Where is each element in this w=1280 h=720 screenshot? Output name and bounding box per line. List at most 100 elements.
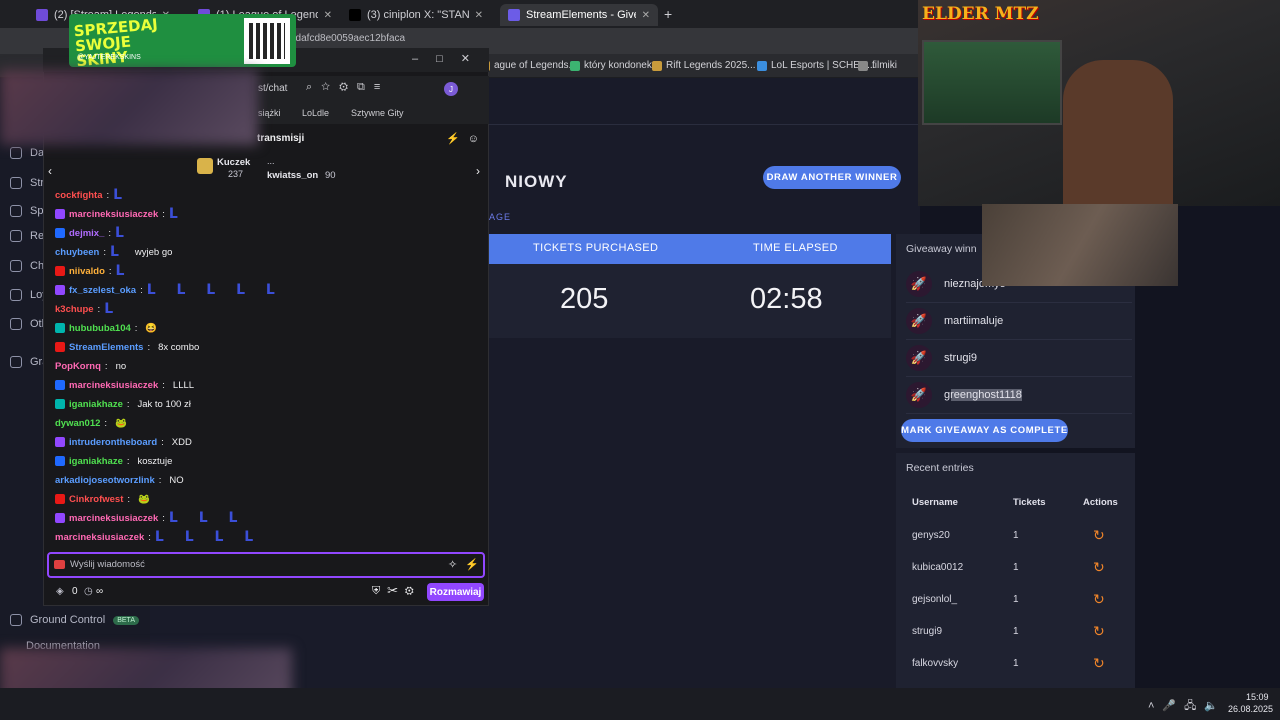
chat-text: no <box>115 360 127 372</box>
mark-complete-button[interactable]: MARK GIVEAWAY AS COMPLETE <box>901 419 1068 442</box>
tab-favicon-icon <box>36 9 48 21</box>
chat-username[interactable]: fx_szelest_oka <box>69 285 136 296</box>
address-url[interactable]: adafcd8e0059aec12bfaca <box>290 33 405 44</box>
badge-icon <box>55 228 65 238</box>
chat-header-icons[interactable]: ⚡☺ <box>446 132 487 145</box>
close-icon[interactable]: ✕ <box>475 10 483 21</box>
time-elapsed-value: 02:58 <box>750 283 823 315</box>
chat-username[interactable]: dywan012 <box>55 418 100 429</box>
close-icon[interactable]: ✕ <box>642 10 650 21</box>
chat-username[interactable]: marcineksiusiaczek <box>69 380 158 391</box>
col-username: Username <box>912 497 958 508</box>
chat-username[interactable]: iganiakhaze <box>69 399 123 410</box>
bookmark-icon <box>858 60 868 71</box>
window-controls[interactable]: –□✕ <box>412 52 488 65</box>
chat-username[interactable]: hubububa104 <box>69 323 131 334</box>
chat-username[interactable]: cockfighta <box>55 190 103 201</box>
sidebar-item-icon <box>10 289 22 301</box>
chat-bookmark-3[interactable]: Sztywne Gity <box>351 108 404 118</box>
profile-avatar[interactable]: J <box>444 82 458 96</box>
time-elapsed-label: TIME ELAPSED <box>753 242 838 254</box>
promo-banner: SPRZEDAJ SWOJE SKINY @YAJTEREKSKINS <box>69 14 296 67</box>
chat-emote: L <box>113 187 131 203</box>
sidebar-item[interactable]: Str <box>10 177 44 189</box>
chat-bookmark-2[interactable]: LoLdle <box>302 108 329 118</box>
undo-icon[interactable]: ↻ <box>1093 591 1105 608</box>
tab-label: (3) ciniplon X: "STAN POLSKIEG <box>367 9 469 21</box>
chat-text: kosztuje <box>137 455 173 467</box>
chat-bookmark-1[interactable]: siążki <box>258 108 281 118</box>
chat-text: LLLL <box>172 379 195 391</box>
record-icon[interactable] <box>54 560 65 569</box>
system-tray-icons[interactable]: ˄🎤🖧🔈 <box>1148 697 1226 716</box>
browser-tab[interactable]: StreamElements - Giveaway ✕ <box>500 4 658 26</box>
close-icon[interactable]: ✕ <box>324 10 332 21</box>
bookmark-item[interactable]: filmiki <box>858 60 897 71</box>
top-gifter-1-name[interactable]: Kuczek <box>217 157 250 168</box>
chat-username[interactable]: arkadiojoseotworzlink <box>55 475 155 486</box>
browser-tab[interactable]: (3) ciniplon X: "STAN POLSKIEG ✕ <box>341 4 491 26</box>
chat-username[interactable]: niivaldo <box>69 266 105 277</box>
chat-username[interactable]: marcineksiusiaczek <box>55 532 144 543</box>
webcam-main: ELDER MTZ <box>918 0 1280 206</box>
undo-icon[interactable]: ↻ <box>1093 655 1105 672</box>
ground-control-icon <box>10 614 22 626</box>
chat-username[interactable]: dejmix_ <box>69 228 104 239</box>
chat-username[interactable]: PopKornq <box>55 361 101 372</box>
chat-message: Cinkrofwest: 🐸 <box>55 491 150 507</box>
chat-colon: : <box>106 189 110 201</box>
draw-another-winner-button[interactable]: DRAW ANOTHER WINNER <box>763 166 901 189</box>
winners-heading: Giveaway winn <box>906 243 977 255</box>
tickets-purchased-value: 205 <box>560 283 609 315</box>
recent-entries-heading: Recent entries <box>906 462 974 474</box>
chat-colon: : <box>126 398 130 410</box>
clock-time[interactable]: 15:09 <box>1246 692 1269 702</box>
chat-emote: L L L L L <box>146 282 283 298</box>
beta-badge: BETA <box>113 615 139 625</box>
emote-picker-icon[interactable]: ✧⚡ <box>448 558 487 571</box>
chat-username[interactable]: marcineksiusiaczek <box>69 209 158 220</box>
sidebar-item[interactable]: Dat <box>10 147 47 159</box>
chat-message: dywan012: 🐸 <box>55 415 127 431</box>
chat-username[interactable]: Cinkrofwest <box>69 494 123 505</box>
chevron-left-icon[interactable]: ‹ <box>48 164 52 178</box>
chat-colon: : <box>162 379 165 391</box>
chat-colon: : <box>127 493 131 505</box>
sidebar-item-icon <box>10 205 22 217</box>
bookmark-item[interactable]: Rift Legends 2025... <box>652 60 756 71</box>
undo-icon[interactable]: ↻ <box>1093 623 1105 640</box>
streamer-logo: ELDER MTZ <box>922 4 1039 24</box>
chat-text: 🐸 <box>138 493 150 505</box>
undo-icon[interactable]: ↻ <box>1093 527 1105 544</box>
channel-points-icon[interactable]: ◈ <box>56 586 64 597</box>
top-gifter-2-name[interactable]: kwiatss_on <box>267 170 318 181</box>
chat-message: cockfighta: L <box>55 187 130 203</box>
chat-username[interactable]: marcineksiusiaczek <box>69 513 158 524</box>
bookmark-item[interactable]: ague of Legends... <box>480 60 577 71</box>
mod-tools-icons[interactable]: ⛨✂⚙ <box>372 585 421 598</box>
page-link[interactable]: AGE <box>489 212 511 222</box>
chat-username[interactable]: StreamElements <box>69 342 143 353</box>
undo-icon[interactable]: ↻ <box>1093 559 1105 576</box>
chat-colon: : <box>108 265 112 277</box>
chat-username[interactable]: intruderontheboard <box>69 437 157 448</box>
clock-date[interactable]: 26.08.2025 <box>1228 704 1273 714</box>
chat-username[interactable]: chuybeen <box>55 247 99 258</box>
webcam-secondary <box>982 204 1178 286</box>
chat-toolbar-icons[interactable]: ⌕☆⚙⧉≡ <box>306 81 389 94</box>
bookmark-item[interactable]: który kondonek <box>570 60 652 71</box>
chat-username[interactable]: k3chupe <box>55 304 94 315</box>
send-chat-button[interactable]: Rozmawiaj <box>427 583 484 601</box>
chat-colon: : <box>104 360 108 372</box>
qr-code-icon <box>244 18 290 64</box>
new-tab-button[interactable]: + <box>664 6 672 22</box>
chat-username[interactable]: iganiakhaze <box>69 456 123 467</box>
chat-message: marcineksiusiaczek: L <box>55 206 186 222</box>
entry-tickets: 1 <box>1013 594 1019 605</box>
chat-url[interactable]: st/chat <box>258 83 287 94</box>
chat-emote: L <box>115 225 132 241</box>
chevron-right-icon[interactable]: › <box>476 164 480 178</box>
ground-control-link[interactable]: Ground Control BETA <box>10 614 139 626</box>
bookmark-icon <box>570 60 580 71</box>
chat-header-title: transmisji <box>257 133 305 144</box>
